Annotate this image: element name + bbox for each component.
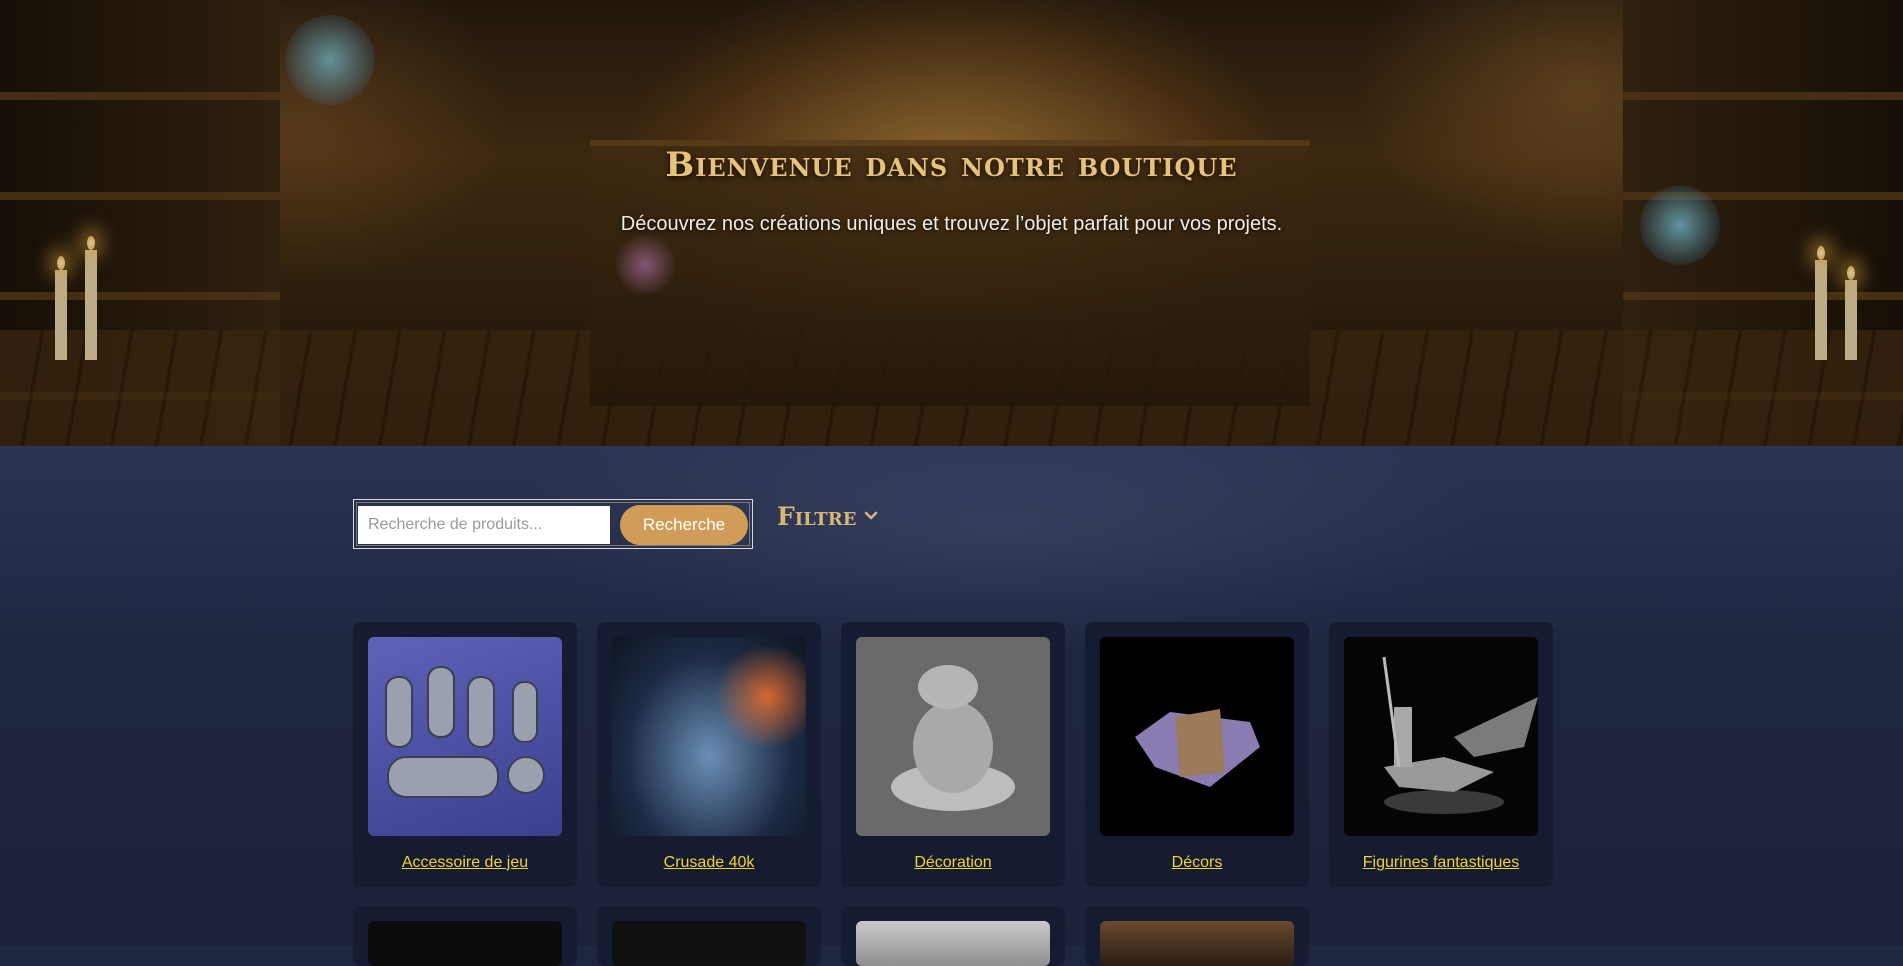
category-image[interactable] [856, 921, 1050, 966]
category-card[interactable]: Figurines fantastiques [1329, 622, 1553, 887]
category-image[interactable] [1100, 637, 1294, 836]
category-link[interactable]: Accessoire de jeu [353, 854, 577, 872]
hero-title: Bienvenue dans notre boutique [665, 145, 1238, 185]
filter-toggle[interactable]: Filtre [777, 499, 878, 533]
search-button[interactable]: Recherche [620, 505, 748, 545]
category-link[interactable]: Crusade 40k [597, 854, 821, 872]
category-card[interactable]: Décors [1085, 622, 1309, 887]
chevron-down-icon [864, 511, 878, 521]
category-card[interactable]: Accessoire de jeu [353, 622, 577, 887]
category-card[interactable] [353, 906, 577, 966]
hero-banner: Bienvenue dans notre boutique Découvrez … [0, 0, 1903, 446]
category-card[interactable] [841, 906, 1065, 966]
category-image[interactable] [1344, 637, 1538, 836]
hero-subtitle: Découvrez nos créations uniques et trouv… [620, 213, 1283, 235]
category-card[interactable] [597, 906, 821, 966]
category-image[interactable] [368, 637, 562, 836]
category-image[interactable] [612, 921, 806, 966]
category-image[interactable] [612, 637, 806, 836]
category-image[interactable] [856, 637, 1050, 836]
category-link[interactable]: Figurines fantastiques [1329, 854, 1553, 872]
category-image[interactable] [1100, 921, 1294, 966]
category-link[interactable]: Décors [1085, 854, 1309, 872]
search-input[interactable] [358, 506, 610, 544]
category-card[interactable]: Crusade 40k [597, 622, 821, 887]
category-link[interactable]: Décoration [841, 854, 1065, 872]
filter-label: Filtre [777, 501, 857, 531]
category-card[interactable]: Décoration [841, 622, 1065, 887]
category-card[interactable] [1085, 906, 1309, 966]
category-image[interactable] [368, 921, 562, 966]
